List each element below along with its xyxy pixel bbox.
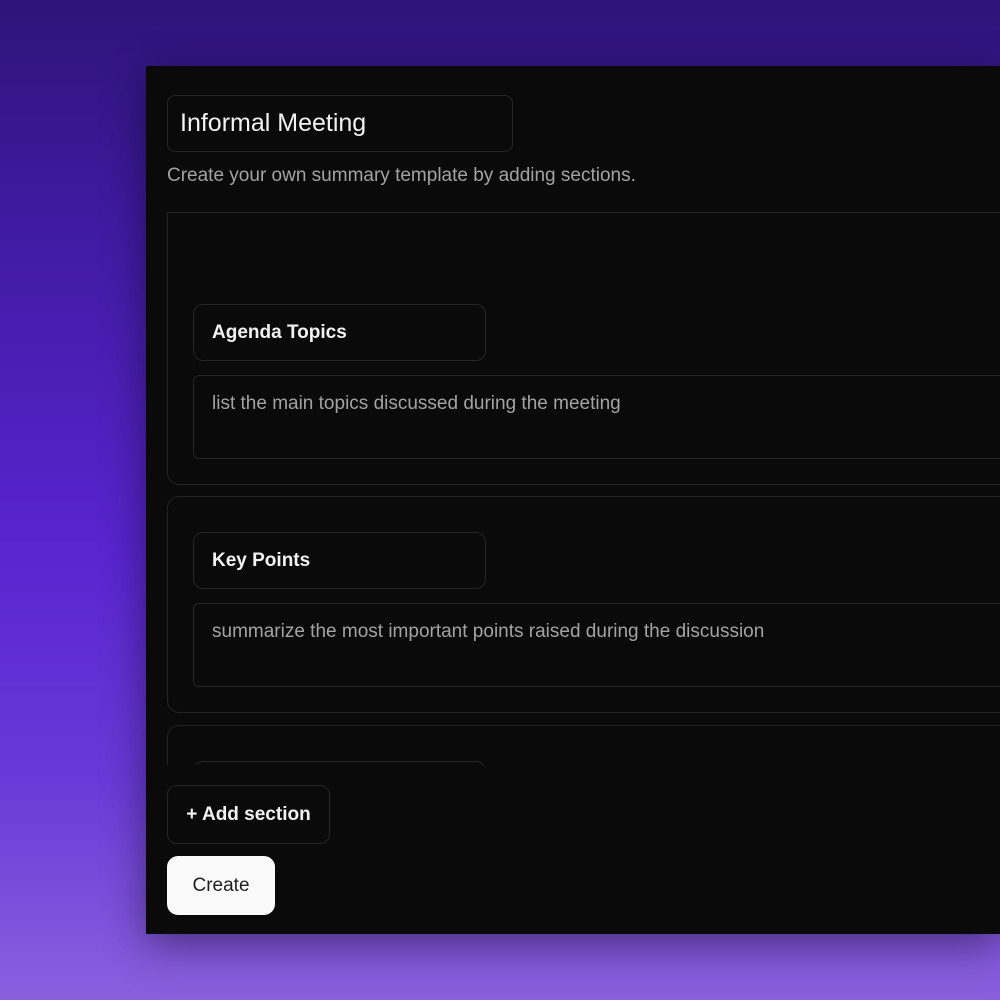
- section-description-input[interactable]: list the main topics discussed during th…: [193, 375, 1000, 459]
- template-title-input[interactable]: [167, 95, 513, 152]
- section-name-input[interactable]: [193, 304, 486, 361]
- add-section-button[interactable]: + Add section: [167, 785, 330, 844]
- section-name-input[interactable]: [193, 761, 486, 765]
- template-editor-panel: Create your own summary template by addi…: [146, 66, 1000, 934]
- create-button[interactable]: Create: [167, 856, 275, 915]
- section-card-key-points: summarize the most important points rais…: [167, 496, 1000, 713]
- template-subtitle: Create your own summary template by addi…: [167, 165, 636, 186]
- sections-scroll-area[interactable]: list the main topics discussed during th…: [167, 213, 1000, 765]
- section-description-input[interactable]: summarize the most important points rais…: [193, 603, 1000, 687]
- section-name-input[interactable]: [193, 532, 486, 589]
- section-card-next-steps: [167, 725, 1000, 765]
- section-card-agenda-topics: list the main topics discussed during th…: [167, 213, 1000, 485]
